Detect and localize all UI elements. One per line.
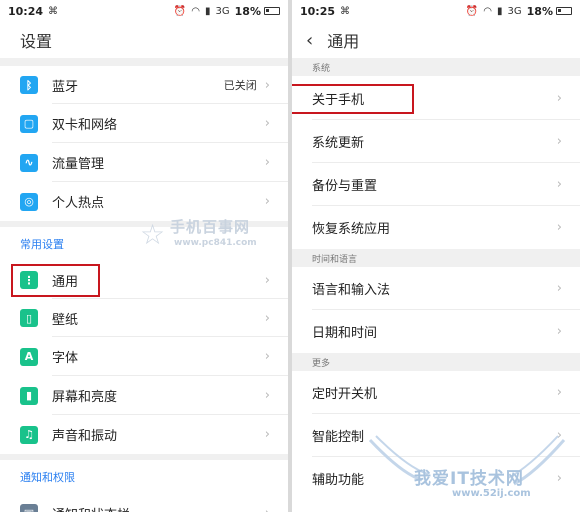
settings-item-font[interactable]: A 字体 › [0, 337, 288, 376]
chevron-right-icon: › [264, 427, 270, 442]
signal-icon: ▮ [205, 5, 211, 17]
watermark-title: 手机百事网 [170, 218, 251, 236]
chevron-right-icon: › [265, 506, 270, 512]
settings-item-sound[interactable]: ♫ 声音和振动 › [0, 415, 288, 454]
menu-item-scheduled-power[interactable]: 定时开关机 › [292, 371, 580, 414]
chevron-right-icon: › [264, 155, 270, 170]
network-type: 3G [507, 5, 522, 17]
data-usage-icon: ∿ [20, 153, 38, 172]
chevron-right-icon: › [556, 385, 562, 400]
item-label: 定时开关机 [312, 387, 378, 402]
settings-item-sim-network[interactable]: ▢ 双卡和网络 › [0, 104, 288, 143]
chevron-right-icon: › [556, 134, 562, 149]
item-label: 声音和振动 [52, 429, 118, 444]
settings-item-brightness[interactable]: ▮ 屏幕和亮度 › [0, 376, 288, 415]
wallpaper-icon: ▯ [20, 309, 38, 327]
item-label: 字体 [52, 351, 79, 366]
chevron-right-icon: › [264, 194, 270, 209]
wifi-icon: ◠ [191, 5, 201, 17]
menu-item-restore-apps[interactable]: 恢复系统应用 › [292, 206, 580, 249]
settings-screen: 10:24 ⌘ ⏰ ◠ ▮ 3G 18% 设置 ᛒ 蓝牙 已关闭 › ▢ 双卡和… [0, 0, 288, 512]
brightness-icon: ▮ [20, 386, 38, 405]
item-label: 流量管理 [52, 157, 105, 172]
chevron-right-icon: › [264, 388, 270, 403]
settings-item-bluetooth[interactable]: ᛒ 蓝牙 已关闭 › [0, 66, 288, 104]
page-title-bar: 设置 [0, 22, 288, 58]
menu-item-backup-reset[interactable]: 备份与重置 › [292, 163, 580, 206]
section-header-more: 更多 [292, 353, 580, 371]
status-time: 10:25 [300, 4, 336, 18]
item-label: 通知和状态栏 [52, 504, 265, 512]
chevron-right-icon: › [264, 272, 270, 288]
notification-status-icon: ⌘ [48, 5, 59, 17]
item-label: 智能控制 [312, 430, 365, 445]
chevron-right-icon: › [264, 77, 270, 93]
section-divider [0, 58, 288, 66]
wifi-icon: ◠ [483, 5, 493, 17]
item-label: 双卡和网络 [52, 118, 118, 133]
item-label: 壁纸 [52, 312, 79, 328]
sim-icon: ▢ [20, 114, 38, 133]
section-header-system: 系统 [292, 58, 580, 76]
page-title: 通用 [327, 32, 360, 51]
highlight-box-about-phone [292, 84, 414, 114]
item-label: 恢复系统应用 [312, 222, 391, 237]
section-header-time-language: 时间和语言 [292, 249, 580, 267]
alarm-icon: ⏰ [465, 5, 479, 17]
chevron-right-icon: › [556, 428, 562, 443]
bell-icon: ♫ [20, 425, 38, 444]
settings-item-wallpaper[interactable]: ▯ 壁纸 › [0, 299, 288, 337]
item-label: 系统更新 [312, 136, 365, 151]
chevron-right-icon: › [556, 220, 562, 235]
item-label: 备份与重置 [312, 179, 378, 194]
font-icon: A [20, 347, 38, 366]
watermark-pc841: ☆ 手机百事网 www.pc841.com [140, 216, 280, 260]
chevron-right-icon: › [556, 471, 562, 486]
menu-item-language-input[interactable]: 语言和输入法 › [292, 267, 580, 310]
bluetooth-status: 已关闭 [223, 79, 257, 92]
status-bar: 10:24 ⌘ ⏰ ◠ ▮ 3G 18% [0, 0, 288, 22]
menu-item-system-update[interactable]: 系统更新 › [292, 120, 580, 163]
battery-icon [556, 7, 572, 15]
back-arrow-icon[interactable]: ‹ [306, 30, 313, 51]
item-label: 日期和时间 [312, 326, 378, 341]
chevron-right-icon: › [264, 310, 270, 326]
menu-item-date-time[interactable]: 日期和时间 › [292, 310, 580, 353]
alarm-icon: ⏰ [173, 5, 187, 17]
status-time: 10:24 [8, 4, 44, 18]
item-label: 蓝牙 [52, 79, 79, 95]
settings-item-data-usage[interactable]: ∿ 流量管理 › [0, 143, 288, 182]
menu-item-accessibility[interactable]: 辅助功能 › [292, 457, 580, 500]
signal-icon: ▮ [497, 5, 503, 17]
battery-icon [264, 7, 280, 15]
hotspot-icon: ◎ [20, 192, 38, 211]
chevron-right-icon: › [556, 177, 562, 192]
chevron-right-icon: › [264, 116, 270, 131]
star-logo-icon: ☆ [140, 218, 166, 251]
page-title: 设置 [20, 32, 53, 51]
notification-icon: ▣ [20, 504, 38, 512]
chevron-right-icon: › [556, 281, 562, 296]
page-title-bar: ‹ 通用 [292, 22, 580, 58]
general-settings-screen: 10:25 ⌘ ⏰ ◠ ▮ 3G 18% ‹ 通用 系统 关于手机 › 系统更新… [292, 0, 580, 512]
chevron-right-icon: › [556, 90, 562, 106]
watermark-url: www.pc841.com [174, 238, 257, 248]
item-label: 个人热点 [52, 196, 105, 211]
network-type: 3G [215, 5, 230, 17]
item-label: 语言和输入法 [312, 283, 391, 298]
highlight-box-general [11, 264, 100, 297]
battery-percent: 18% [234, 4, 261, 18]
item-label: 辅助功能 [312, 473, 365, 488]
chevron-right-icon: › [556, 324, 562, 339]
battery-percent: 18% [526, 4, 553, 18]
settings-item-notifications[interactable]: ▣ 通知和状态栏 › [0, 494, 288, 512]
bluetooth-icon: ᛒ [20, 76, 38, 94]
status-bar: 10:25 ⌘ ⏰ ◠ ▮ 3G 18% [292, 0, 580, 22]
section-header-notify: 通知和权限 [0, 460, 288, 494]
menu-item-smart-control[interactable]: 智能控制 › [292, 414, 580, 457]
item-label: 屏幕和亮度 [52, 390, 118, 405]
notification-status-icon: ⌘ [340, 5, 351, 17]
chevron-right-icon: › [264, 349, 270, 364]
